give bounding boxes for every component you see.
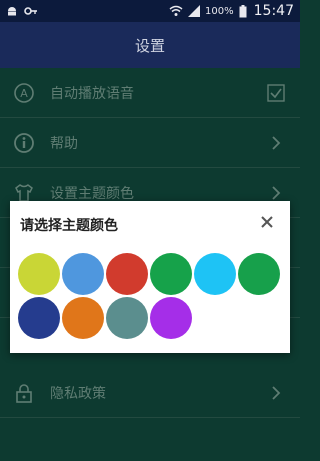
title-bar: 设置	[0, 22, 300, 68]
battery-icon	[239, 4, 247, 17]
status-bar: 100% 15:47	[0, 0, 300, 22]
theme-color-dialog: 请选择主题颜色	[10, 201, 290, 353]
color-swatch[interactable]	[194, 253, 236, 295]
android-icon	[8, 7, 16, 16]
lock-icon	[12, 381, 36, 405]
chevron-right-icon	[266, 383, 286, 403]
setting-label: 帮助	[50, 135, 78, 152]
battery-percent: 100%	[205, 5, 234, 17]
status-right: 100% 15:47	[169, 3, 294, 19]
page-title: 设置	[134, 36, 165, 55]
status-time: 15:47	[253, 3, 294, 19]
color-swatch[interactable]	[62, 253, 104, 295]
setting-label: 隐私政策	[50, 385, 106, 402]
color-swatch[interactable]	[18, 253, 60, 295]
signal-icon	[188, 5, 201, 17]
chevron-right-icon	[266, 183, 286, 203]
color-swatch[interactable]	[238, 253, 280, 295]
close-icon[interactable]	[258, 213, 276, 231]
color-swatch[interactable]	[150, 297, 192, 339]
info-icon	[12, 131, 36, 155]
color-swatch[interactable]	[106, 297, 148, 339]
key-icon	[24, 7, 37, 15]
svg-text:A: A	[20, 87, 28, 100]
autoplay-checkbox[interactable]	[266, 83, 286, 103]
setting-label: 设置主题颜色	[50, 185, 134, 202]
dialog-title: 请选择主题颜色	[20, 218, 118, 234]
chevron-right-icon	[266, 133, 286, 153]
wifi-icon	[169, 5, 183, 16]
setting-row-help[interactable]: 帮助	[0, 118, 300, 168]
color-swatch[interactable]	[62, 297, 104, 339]
setting-row-autoplay[interactable]: A 自动播放语音	[0, 68, 300, 118]
color-swatch[interactable]	[106, 253, 148, 295]
setting-row-privacy[interactable]: 隐私政策	[0, 368, 300, 418]
status-left	[6, 5, 38, 17]
color-swatch[interactable]	[18, 297, 60, 339]
autoplay-a-icon: A	[12, 81, 36, 105]
setting-label: 自动播放语音	[50, 85, 134, 102]
color-swatch-grid	[18, 253, 282, 339]
color-swatch[interactable]	[150, 253, 192, 295]
